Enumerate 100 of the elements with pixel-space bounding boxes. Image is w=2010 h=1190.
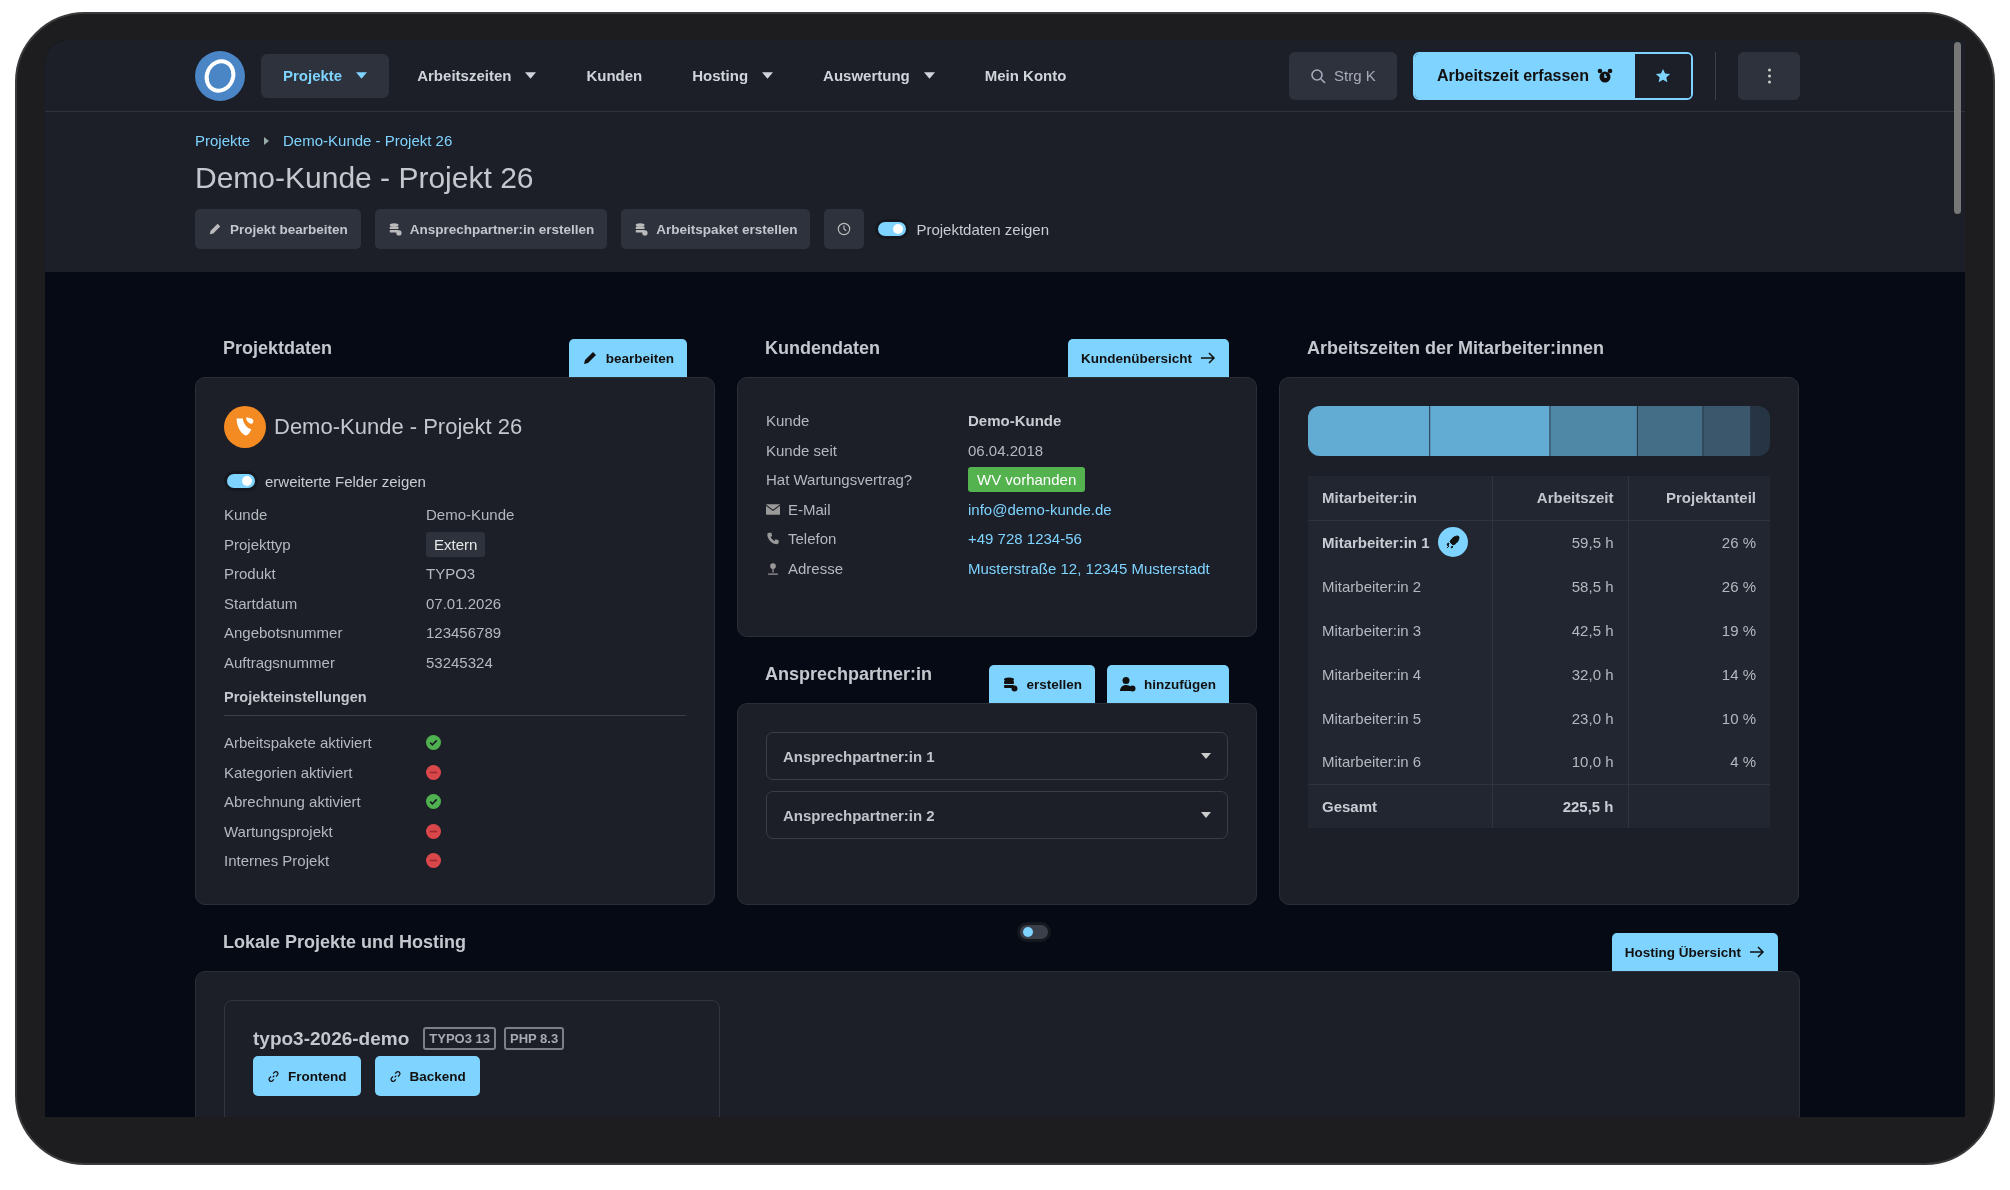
toggle-switch[interactable]: [227, 474, 255, 488]
contact-link[interactable]: +49 728 1234-56: [968, 530, 1082, 548]
field-value: 07.01.2026: [426, 594, 502, 612]
chevron-icon: [264, 136, 270, 145]
action-button[interactable]: Ansprechpartner:in erstellen: [374, 209, 608, 249]
field-label: Hat Wartungsvertrag?: [766, 471, 913, 489]
field-label: Kunde: [224, 506, 269, 524]
history-button[interactable]: [824, 209, 865, 249]
field-label: Kunde seit: [766, 441, 837, 459]
more-icon: [1766, 67, 1772, 84]
field-label: Projekttyp: [224, 535, 292, 553]
toggle-switch[interactable]: [1020, 925, 1048, 939]
link-icon: [267, 1069, 280, 1083]
contact-link[interactable]: Musterstraße 12, 12345 Musterstadt: [968, 559, 1210, 577]
field-label: Auftragsnummer: [224, 653, 336, 671]
pencil-icon: [581, 350, 598, 366]
table-cell: 4 %: [1628, 740, 1770, 784]
column-header: Arbeitszeit: [1492, 476, 1628, 520]
caret-icon: [1201, 812, 1211, 818]
nav-item[interactable]: Projekte: [261, 53, 390, 98]
caret-icon: [1201, 753, 1211, 759]
search-button[interactable]: Strg K: [1288, 51, 1397, 100]
action-button[interactable]: Projekt bearbeiten: [195, 209, 361, 249]
section-heading: Projektdaten: [223, 338, 333, 359]
breadcrumb-link[interactable]: Demo-Kunde - Projekt 26: [283, 132, 453, 149]
edit-button[interactable]: bearbeiten: [568, 339, 687, 377]
type-tag: Extern: [426, 531, 486, 557]
toggle-switch[interactable]: [878, 222, 907, 236]
version-tag: PHP 8.3: [504, 1027, 565, 1050]
contact-action-button[interactable]: hinzufügen: [1107, 665, 1229, 703]
hosting-overview-button[interactable]: Hosting Übersicht: [1611, 933, 1778, 971]
contact-accordion[interactable]: Ansprechpartner:in 1: [766, 732, 1228, 780]
contact-accordion[interactable]: Ansprechpartner:in 2: [766, 791, 1228, 839]
table-cell: 42,5 h: [1492, 608, 1628, 652]
phone-icon: [766, 532, 780, 546]
table-cell: 59,5 h: [1492, 520, 1628, 564]
log-time-button[interactable]: Arbeitszeit erfassen: [1414, 53, 1635, 98]
link-button[interactable]: Frontend: [253, 1056, 361, 1096]
project-name: Demo-Kunde - Projekt 26: [274, 414, 523, 440]
field-value: 53245324: [426, 653, 493, 671]
table-cell: 26 %: [1628, 564, 1770, 608]
nav-item[interactable]: Arbeitszeiten: [395, 53, 559, 98]
table-cell: 14 %: [1628, 652, 1770, 696]
table-cell: Mitarbeiter:in 6: [1322, 753, 1422, 771]
page-title: Demo-Kunde - Projekt 26: [195, 161, 535, 195]
search-icon: [1310, 67, 1327, 84]
nav-item[interactable]: Kunden: [564, 53, 665, 98]
project-name: typo3-2026-demo: [253, 1027, 410, 1050]
logo-icon[interactable]: [195, 50, 245, 101]
setting-label: Abrechnung aktiviert: [224, 793, 362, 811]
link-icon: [388, 1069, 402, 1083]
table-cell: 58,5 h: [1492, 564, 1628, 608]
contact-action-button[interactable]: erstellen: [989, 665, 1095, 703]
section-heading: Ansprechpartner:in: [765, 664, 933, 685]
nav-item[interactable]: Hosting: [670, 53, 796, 98]
product-logo-icon: [224, 406, 266, 448]
setting-label: Wartungsprojekt: [224, 822, 334, 840]
field-value: Demo-Kunde: [426, 506, 515, 524]
table-cell: Mitarbeiter:in 1: [1322, 533, 1430, 551]
star-icon: [1655, 67, 1671, 84]
field-value: Demo-Kunde: [968, 412, 1062, 430]
clock-icon: [837, 222, 852, 236]
link-button[interactable]: Backend: [374, 1056, 480, 1096]
nav-item[interactable]: Mein Konto: [962, 53, 1089, 98]
section-heading: Kundendaten: [765, 338, 880, 359]
contact-link[interactable]: info@demo-kunde.de: [968, 500, 1112, 518]
setting-label: Arbeitspakete aktiviert: [224, 734, 373, 752]
action-button[interactable]: Arbeitspaket erstellen: [621, 209, 811, 249]
table-cell: Mitarbeiter:in 4: [1322, 665, 1422, 683]
nav-item[interactable]: Auswertung: [801, 53, 957, 98]
table-cell: Mitarbeiter:in 3: [1322, 621, 1422, 639]
person-pin-icon: [766, 561, 780, 575]
status-badge: WV vorhanden: [968, 467, 1086, 493]
table-cell: Mitarbeiter:in 2: [1322, 577, 1422, 595]
table-cell: 10,0 h: [1492, 740, 1628, 784]
section-heading: Lokale Projekte und Hosting: [223, 932, 467, 953]
field-label: E-Mail: [788, 500, 831, 518]
field-value: 123456789: [426, 624, 502, 642]
setting-label: Kategorien aktiviert: [224, 763, 354, 781]
section-heading: Arbeitszeiten der Mitarbeiter:innen: [1307, 338, 1605, 359]
database-add-icon: [387, 222, 402, 236]
field-value: TYPO3: [426, 565, 476, 583]
field-label: Kunde: [766, 412, 810, 430]
version-tag: TYPO3 13: [423, 1027, 496, 1050]
field-label: Angebotsnummer: [224, 624, 344, 642]
column-header: Projektanteil: [1628, 476, 1770, 520]
customer-overview-button[interactable]: Kundenübersicht: [1068, 339, 1229, 377]
subsection-heading: Projekteinstellungen: [224, 689, 686, 716]
table-cell: Gesamt: [1308, 784, 1492, 828]
database-add-icon: [634, 222, 649, 236]
field-label: Adresse: [788, 559, 844, 577]
table-cell: Mitarbeiter:in 5: [1322, 709, 1422, 727]
toggle-label: Projektdaten zeigen: [916, 220, 1049, 238]
pencil-icon: [208, 222, 222, 236]
setting-label: Internes Projekt: [224, 852, 331, 870]
table-cell: 225,5 h: [1492, 784, 1628, 828]
field-label: Startdatum: [224, 594, 299, 612]
rocket-icon: [1437, 527, 1468, 558]
field-value: 06.04.2018: [968, 441, 1044, 459]
breadcrumb-link[interactable]: Projekte: [195, 132, 251, 149]
